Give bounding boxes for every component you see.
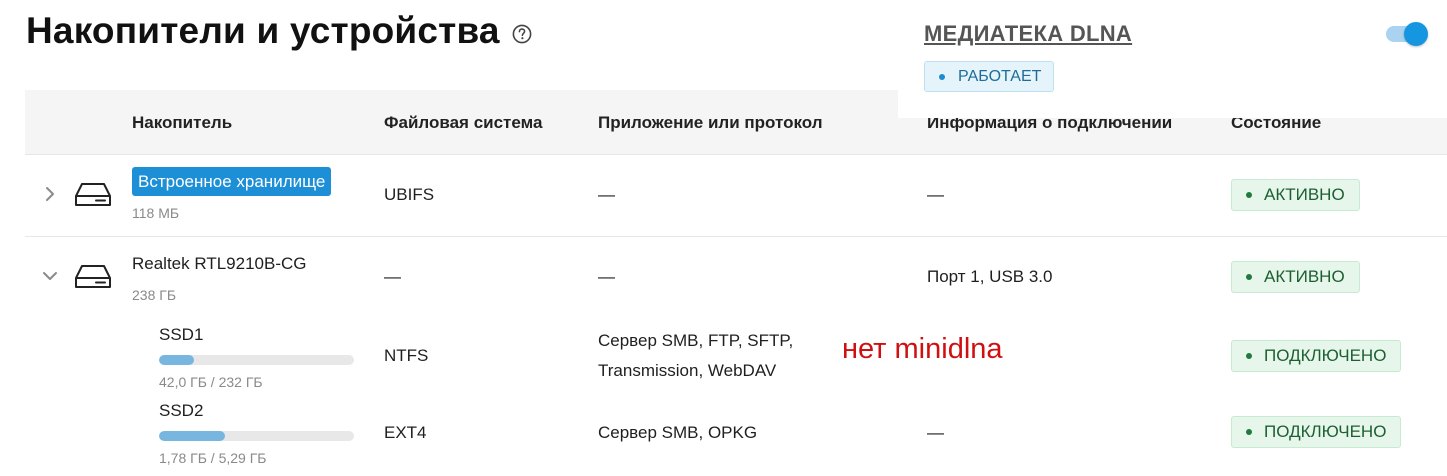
- status-dot: [939, 73, 945, 80]
- app-cell: —: [598, 267, 615, 286]
- usage-bar-fill: [159, 355, 195, 365]
- column-header-filesystem[interactable]: Файловая система: [384, 113, 542, 133]
- app-cell-line-1: Сервер SMB, FTP, SFTP,: [598, 331, 794, 350]
- connection-cell: Порт 1, USB 3.0: [927, 267, 1053, 286]
- app-cell: Сервер SMB, OPKG: [598, 423, 758, 442]
- filesystem-cell: EXT4: [384, 423, 427, 442]
- status-badge-label: ПОДКЛЮЧЕНО: [1264, 346, 1387, 365]
- device-name[interactable]: Встроенное хранилище: [132, 167, 332, 196]
- connection-cell: —: [927, 423, 944, 442]
- status-dot: [1246, 192, 1252, 198]
- status-dot: [1246, 429, 1252, 435]
- dlna-status-badge: РАБОТАЕТ: [924, 61, 1055, 92]
- chevron-right-icon[interactable]: [42, 186, 58, 202]
- page-title-text: Накопители и устройства: [26, 10, 500, 51]
- filesystem-cell: NTFS: [384, 346, 429, 365]
- status-badge: АКТИВНО: [1231, 261, 1360, 293]
- usage-text: 42,0 ГБ / 232 ГБ: [159, 374, 263, 390]
- page-title: Накопители и устройства: [26, 10, 532, 52]
- dlna-toggle[interactable]: [1384, 22, 1430, 46]
- status-badge-label: АКТИВНО: [1264, 185, 1345, 204]
- device-name[interactable]: Realtek RTL9210B-CG: [132, 254, 307, 274]
- usage-bar: [159, 355, 354, 365]
- hard-drive-icon: [75, 183, 111, 206]
- status-badge: ПОДКЛЮЧЕНО: [1231, 416, 1402, 448]
- dlna-status-label: РАБОТАЕТ: [958, 68, 1042, 85]
- annotation-note: нет minidlna: [842, 333, 1003, 365]
- column-header-app[interactable]: Приложение или протокол: [598, 113, 823, 133]
- device-size: 118 МБ: [132, 205, 180, 221]
- status-badge: ПОДКЛЮЧЕНО: [1231, 340, 1402, 372]
- device-size: 238 ГБ: [132, 287, 177, 303]
- dlna-title-link[interactable]: МЕДИАТЕКА DLNA: [924, 21, 1132, 47]
- usage-bar-fill: [159, 431, 226, 441]
- status-badge-label: АКТИВНО: [1264, 267, 1345, 286]
- filesystem-cell: UBIFS: [384, 185, 435, 204]
- partition-name[interactable]: SSD1: [159, 325, 203, 345]
- usage-text: 1,78 ГБ / 5,29 ГБ: [159, 450, 267, 466]
- connection-cell: —: [927, 185, 944, 204]
- row-divider: [25, 236, 1447, 237]
- dlna-panel: МЕДИАТЕКА DLNA РАБОТАЕТ: [898, 0, 1447, 118]
- app-cell: —: [598, 185, 615, 204]
- help-icon[interactable]: [512, 24, 532, 44]
- usage-bar: [159, 431, 354, 441]
- toggle-knob: [1404, 22, 1428, 46]
- chevron-down-icon[interactable]: [42, 268, 58, 284]
- column-header-drive[interactable]: Накопитель: [132, 113, 232, 133]
- status-dot: [1246, 274, 1252, 280]
- status-dot: [1246, 353, 1252, 359]
- status-badge: АКТИВНО: [1231, 179, 1360, 211]
- status-badge-label: ПОДКЛЮЧЕНО: [1264, 422, 1387, 441]
- filesystem-cell: —: [384, 267, 401, 286]
- app-cell-line-2: Transmission, WebDAV: [598, 361, 777, 380]
- hard-drive-icon: [75, 265, 111, 288]
- partition-name[interactable]: SSD2: [159, 401, 203, 421]
